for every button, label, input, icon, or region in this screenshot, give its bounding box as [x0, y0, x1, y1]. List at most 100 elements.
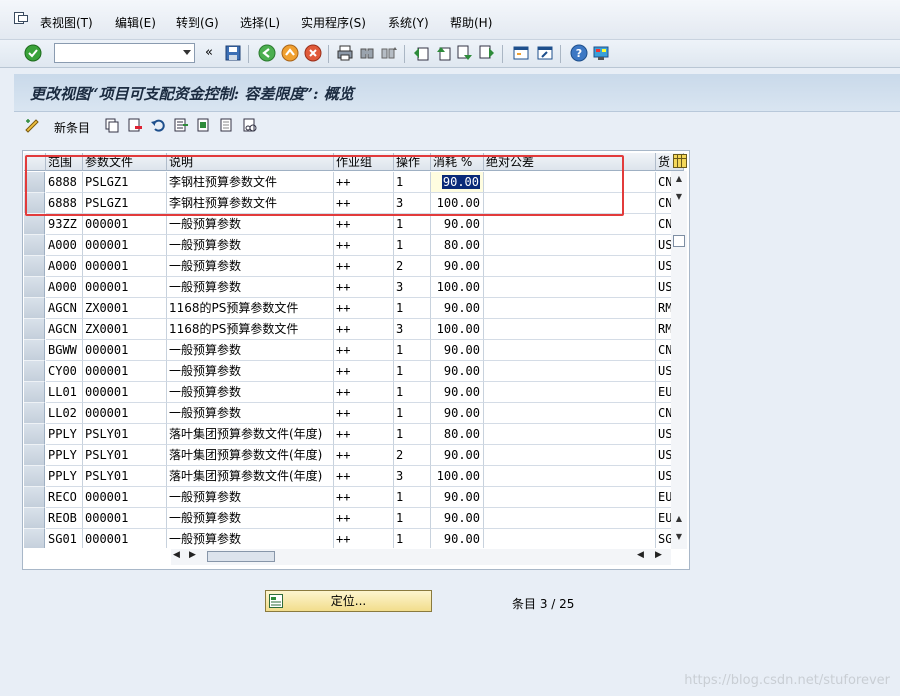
- row-select-button[interactable]: [24, 466, 45, 487]
- next-page-icon[interactable]: [456, 44, 474, 62]
- scroll-left-icon[interactable]: ◀: [637, 550, 644, 560]
- cell-range[interactable]: A000: [46, 256, 83, 277]
- cell-range[interactable]: 6888: [46, 193, 83, 214]
- cell-description[interactable]: 落叶集团预算参数文件(年度): [167, 466, 334, 487]
- row-select-button[interactable]: [24, 403, 45, 424]
- table-row[interactable]: LL02 000001 一般预算参数 ++ 1 90.00 CN: [24, 403, 684, 424]
- cell-profile[interactable]: 000001: [83, 361, 167, 382]
- cell-description[interactable]: 一般预算参数: [167, 235, 334, 256]
- table-row[interactable]: AGCN ZX0001 1168的PS预算参数文件 ++ 3 100.00 RM: [24, 319, 684, 340]
- row-select-button[interactable]: [24, 529, 45, 548]
- table-row[interactable]: PPLY PSLY01 落叶集团预算参数文件(年度) ++ 1 80.00 US: [24, 424, 684, 445]
- row-select-button[interactable]: [24, 424, 45, 445]
- cell-usage-percent[interactable]: 90.00: [431, 403, 484, 424]
- cell-profile[interactable]: 000001: [83, 529, 167, 548]
- cell-range[interactable]: PPLY: [46, 466, 83, 487]
- cell-description[interactable]: 一般预算参数: [167, 403, 334, 424]
- cell-action[interactable]: 1: [394, 172, 431, 193]
- cell-activity-group[interactable]: ++: [334, 256, 394, 277]
- command-input[interactable]: [55, 44, 175, 62]
- cell-profile[interactable]: PSLY01: [83, 445, 167, 466]
- cell-description[interactable]: 一般预算参数: [167, 214, 334, 235]
- cell-action[interactable]: 1: [394, 529, 431, 548]
- cell-absolute-variance[interactable]: [484, 466, 656, 487]
- cell-usage-percent[interactable]: 90.00: [431, 508, 484, 529]
- cell-range[interactable]: PPLY: [46, 424, 83, 445]
- cell-absolute-variance[interactable]: [484, 508, 656, 529]
- cell-absolute-variance[interactable]: [484, 445, 656, 466]
- cell-profile[interactable]: 000001: [83, 487, 167, 508]
- cell-profile[interactable]: PSLGZ1: [83, 193, 167, 214]
- cell-usage-percent[interactable]: 100.00: [431, 277, 484, 298]
- cell-description[interactable]: 1168的PS预算参数文件: [167, 319, 334, 340]
- cell-description[interactable]: 落叶集团预算参数文件(年度): [167, 445, 334, 466]
- cell-profile[interactable]: 000001: [83, 340, 167, 361]
- row-select-button[interactable]: [24, 340, 45, 361]
- cell-absolute-variance[interactable]: [484, 487, 656, 508]
- print-view-icon[interactable]: [242, 117, 258, 133]
- table-row[interactable]: A000 000001 一般预算参数 ++ 2 90.00 US: [24, 256, 684, 277]
- cell-profile[interactable]: PSLY01: [83, 466, 167, 487]
- exit-icon[interactable]: [281, 44, 299, 62]
- command-field[interactable]: [54, 43, 195, 63]
- cell-action[interactable]: 1: [394, 214, 431, 235]
- shortcut-icon[interactable]: [536, 44, 554, 62]
- new-session-icon[interactable]: [512, 44, 530, 62]
- cell-action[interactable]: 1: [394, 508, 431, 529]
- horizontal-scrollbar[interactable]: ◀ ▶ ◀ ▶: [171, 549, 671, 565]
- last-page-icon[interactable]: [478, 44, 496, 62]
- cell-absolute-variance[interactable]: [484, 277, 656, 298]
- cell-absolute-variance[interactable]: [484, 424, 656, 445]
- cell-profile[interactable]: ZX0001: [83, 298, 167, 319]
- cell-description[interactable]: 一般预算参数: [167, 361, 334, 382]
- cell-description[interactable]: 一般预算参数: [167, 256, 334, 277]
- table-row[interactable]: SG01 000001 一般预算参数 ++ 1 90.00 SG: [24, 529, 684, 548]
- cell-description[interactable]: 一般预算参数: [167, 508, 334, 529]
- row-select-button[interactable]: [24, 214, 45, 235]
- cell-profile[interactable]: 000001: [83, 256, 167, 277]
- cell-activity-group[interactable]: ++: [334, 214, 394, 235]
- cell-action[interactable]: 3: [394, 466, 431, 487]
- first-page-icon[interactable]: [412, 44, 430, 62]
- cell-profile[interactable]: 000001: [83, 382, 167, 403]
- cell-action[interactable]: 1: [394, 298, 431, 319]
- menu-icon[interactable]: [14, 12, 28, 24]
- cell-absolute-variance[interactable]: [484, 340, 656, 361]
- menu-selection[interactable]: 选择(L): [240, 14, 280, 31]
- row-select-button[interactable]: [24, 256, 45, 277]
- column-header-usage-percent[interactable]: 消耗 %: [431, 153, 484, 171]
- cell-usage-percent[interactable]: 90.00: [431, 298, 484, 319]
- cell-activity-group[interactable]: ++: [334, 193, 394, 214]
- table-row[interactable]: A000 000001 一般预算参数 ++ 3 100.00 US: [24, 277, 684, 298]
- cell-profile[interactable]: 000001: [83, 277, 167, 298]
- table-row[interactable]: REOB 000001 一般预算参数 ++ 1 90.00 EU: [24, 508, 684, 529]
- row-select-button[interactable]: [24, 193, 45, 214]
- cell-activity-group[interactable]: ++: [334, 277, 394, 298]
- select-block-icon[interactable]: [196, 117, 212, 133]
- menu-help[interactable]: 帮助(H): [450, 14, 492, 31]
- cell-range[interactable]: A000: [46, 235, 83, 256]
- cell-profile[interactable]: PSLGZ1: [83, 172, 167, 193]
- cell-range[interactable]: SG01: [46, 529, 83, 548]
- row-select-button[interactable]: [24, 319, 45, 340]
- row-select-button[interactable]: [24, 172, 45, 193]
- table-row[interactable]: 93ZZ 000001 一般预算参数 ++ 1 90.00 CN: [24, 214, 684, 235]
- table-row[interactable]: RECO 000001 一般预算参数 ++ 1 90.00 EU: [24, 487, 684, 508]
- scroll-left-icon[interactable]: ◀: [173, 550, 180, 560]
- cell-usage-percent[interactable]: 80.00: [431, 424, 484, 445]
- cell-activity-group[interactable]: ++: [334, 466, 394, 487]
- table-row[interactable]: PPLY PSLY01 落叶集团预算参数文件(年度) ++ 2 90.00 US: [24, 445, 684, 466]
- cell-profile[interactable]: 000001: [83, 508, 167, 529]
- cell-action[interactable]: 3: [394, 319, 431, 340]
- cell-description[interactable]: 李钢柱预算参数文件: [167, 193, 334, 214]
- cell-description[interactable]: 1168的PS预算参数文件: [167, 298, 334, 319]
- vertical-scrollbar[interactable]: ▲ ▼ ▲ ▼: [671, 171, 687, 549]
- cell-range[interactable]: RECO: [46, 487, 83, 508]
- cell-absolute-variance[interactable]: [484, 382, 656, 403]
- chevron-down-icon[interactable]: [183, 50, 191, 55]
- cell-usage-percent[interactable]: 90.00: [431, 382, 484, 403]
- column-header-profile[interactable]: 参数文件: [83, 153, 167, 171]
- column-header-absolute-variance[interactable]: 绝对公差: [484, 153, 656, 171]
- row-select-button[interactable]: [24, 487, 45, 508]
- cell-range[interactable]: LL02: [46, 403, 83, 424]
